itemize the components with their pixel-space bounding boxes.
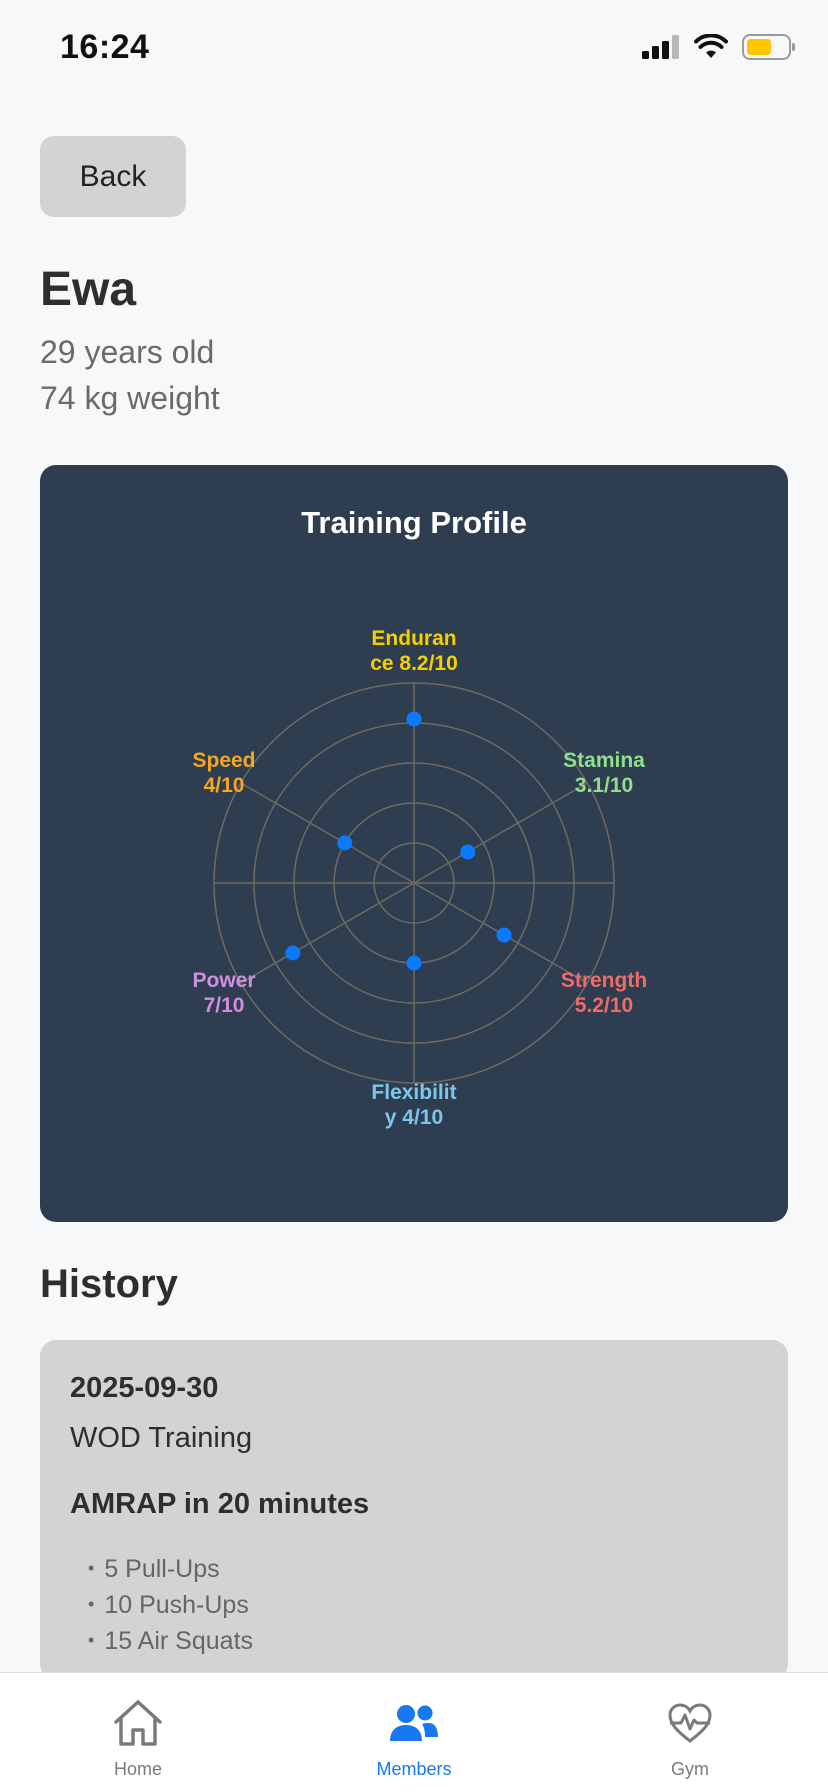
tab-home-label: Home <box>113 1759 162 1779</box>
radar-point-power <box>285 945 301 961</box>
member-age: 29 years old <box>40 334 215 370</box>
wifi-icon <box>694 34 728 58</box>
radar-label-speed: Speed 4/10 <box>192 749 255 797</box>
status-icons <box>642 34 796 60</box>
tab-members-label: Members <box>376 1759 452 1779</box>
tab-gym-label: Gym <box>671 1759 709 1779</box>
tab-home[interactable]: Home <box>0 1673 276 1792</box>
training-profile-card: Training Profile Enduran ce 8.2/10 Stamina… <box>40 465 788 1222</box>
exercise-list: 5 Pull-Ups 10 Push-Ups 15 Air Squats <box>88 1552 253 1660</box>
history-title: History <box>40 1262 178 1306</box>
radar-point-endurance <box>406 711 422 727</box>
exercise-item: 5 Pull-Ups <box>88 1552 253 1588</box>
history-entry-workout: AMRAP in 20 minutes <box>70 1488 370 1520</box>
radar-point-speed <box>337 835 353 851</box>
radar-point-stamina <box>460 844 476 860</box>
history-entry-card[interactable]: 2025-09-30 WOD Training AMRAP in 20 minu… <box>40 1340 788 1680</box>
exercise-item: 15 Air Squats <box>88 1624 253 1660</box>
radar-label-strength: Strength 5.2/10 <box>561 969 647 1017</box>
status-time: 16:24 <box>60 28 150 66</box>
exercise-item: 10 Push-Ups <box>88 1588 253 1624</box>
battery-icon <box>742 34 795 60</box>
radar-label-flexibility: Flexibilit y 4/10 <box>371 1081 456 1129</box>
radar-point-strength <box>496 927 512 943</box>
members-icon <box>389 1695 439 1751</box>
back-button[interactable]: Back <box>40 136 186 217</box>
radar-label-stamina: Stamina 3.1/10 <box>563 749 645 797</box>
member-weight: 74 kg weight <box>40 380 220 416</box>
status-bar: 16:24 <box>0 0 828 100</box>
radar-spoke <box>413 782 588 884</box>
tab-gym[interactable]: Gym <box>552 1673 828 1792</box>
radar-label-endurance: Enduran ce 8.2/10 <box>370 627 458 675</box>
radar-spoke <box>240 882 415 984</box>
cellular-signal-icon <box>642 35 679 59</box>
radar-spoke <box>240 782 415 884</box>
radar-label-power: Power 7/10 <box>192 969 255 1017</box>
heart-pulse-icon <box>667 1695 713 1751</box>
history-entry-type: WOD Training <box>70 1422 253 1454</box>
tab-bar: Home Members Gym <box>0 1672 828 1792</box>
radar-chart: Enduran ce 8.2/10 Stamina 3.1/10 Strength 5.2… <box>192 627 647 1129</box>
member-name: Ewa <box>40 263 137 316</box>
tab-members[interactable]: Members <box>276 1673 552 1792</box>
history-entry-date: 2025-09-30 <box>70 1372 219 1404</box>
home-icon <box>112 1695 164 1751</box>
radar-point-flexibility <box>406 955 422 971</box>
